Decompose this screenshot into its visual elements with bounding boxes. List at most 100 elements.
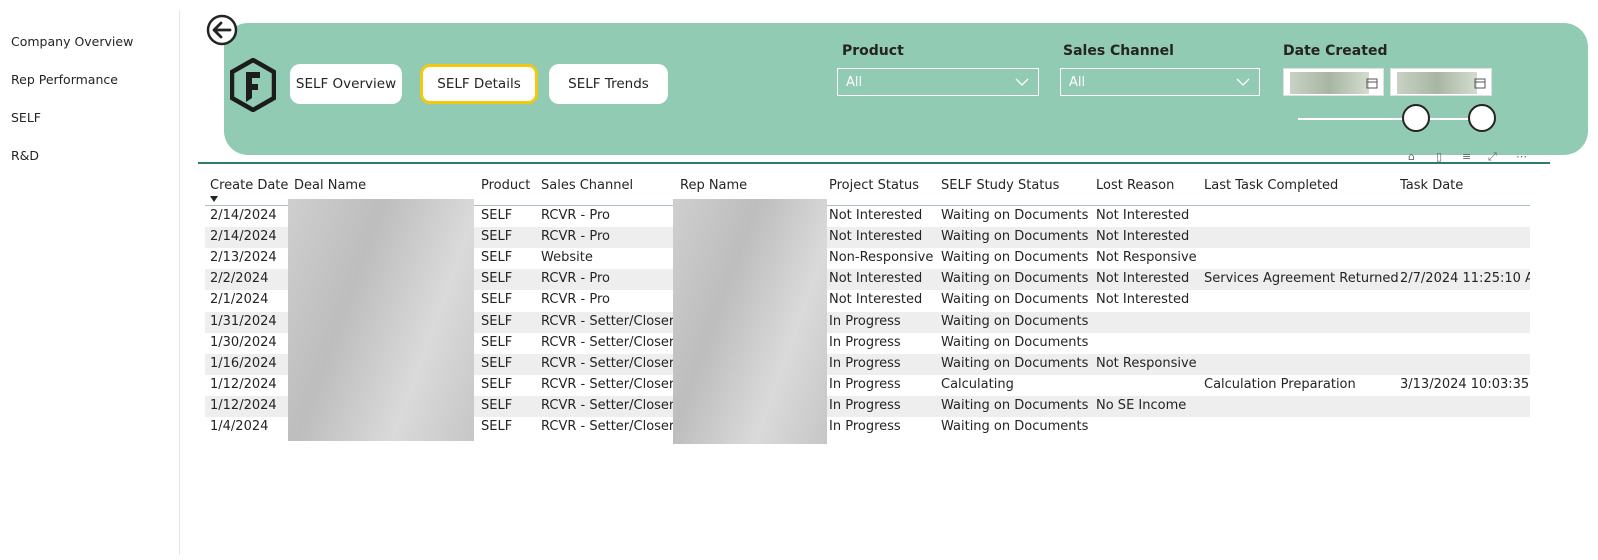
table-cell-create-date: 2/2/2024 bbox=[210, 271, 269, 287]
table-cell-task-date: 3/13/2024 10:03:35 AM bbox=[1400, 376, 1530, 392]
chevron-down-icon bbox=[1236, 78, 1250, 86]
table-cell-project-status: Not Interested bbox=[829, 292, 923, 308]
self-overview-button[interactable]: SELF Overview bbox=[290, 64, 402, 104]
table-cell-sales-channel: RCVR - Setter/Closer bbox=[541, 334, 675, 350]
sales-channel-slicer-label: Sales Channel bbox=[1063, 43, 1174, 59]
column-header-product[interactable]: Product bbox=[481, 178, 530, 193]
calendar-icon[interactable] bbox=[1474, 77, 1486, 89]
nav-item-company-overview[interactable]: Company Overview bbox=[11, 34, 133, 49]
table-cell-last-task-completed: Calculation Preparation bbox=[1204, 376, 1356, 392]
table-cell-product: SELF bbox=[481, 229, 513, 245]
company-logo bbox=[230, 58, 276, 112]
column-header-deal-name[interactable]: Deal Name bbox=[294, 178, 366, 193]
table-cell-sales-channel: RCVR - Setter/Closer bbox=[541, 313, 675, 329]
column-header-project-status[interactable]: Project Status bbox=[829, 178, 919, 193]
table-cell-create-date: 1/31/2024 bbox=[210, 313, 277, 329]
table-cell-lost-reason: Not Interested bbox=[1096, 229, 1190, 245]
table-cell-lost-reason: Not Interested bbox=[1096, 208, 1190, 223]
table-cell-create-date: 2/13/2024 bbox=[210, 250, 277, 266]
table-cell-self-study-status: Waiting on Documents bbox=[941, 292, 1089, 308]
end-date-input[interactable] bbox=[1390, 68, 1492, 96]
table-cell-product: SELF bbox=[481, 271, 513, 287]
calendar-icon[interactable] bbox=[1366, 77, 1378, 89]
sort-descending-icon bbox=[210, 196, 218, 202]
date-range-start-handle[interactable] bbox=[1402, 104, 1430, 132]
table-cell-self-study-status: Waiting on Documents bbox=[941, 397, 1089, 413]
table-cell-product: SELF bbox=[481, 355, 513, 371]
table-cell-product: SELF bbox=[481, 292, 513, 308]
nav-item-rep-performance[interactable]: Rep Performance bbox=[11, 72, 118, 87]
sales-channel-dropdown[interactable]: All bbox=[1060, 68, 1260, 96]
table-cell-sales-channel: RCVR - Setter/Closer bbox=[541, 376, 675, 392]
column-header-create-date[interactable]: Create Date bbox=[210, 178, 288, 193]
table-cell-sales-channel: RCVR - Pro bbox=[541, 229, 610, 245]
table-cell-product: SELF bbox=[481, 376, 513, 392]
redacted-deal-names bbox=[288, 199, 474, 441]
table-top-border bbox=[198, 162, 1550, 164]
table-cell-project-status: In Progress bbox=[829, 355, 901, 371]
back-arrow-icon[interactable] bbox=[206, 14, 238, 46]
table-cell-sales-channel: RCVR - Pro bbox=[541, 292, 610, 308]
table-cell-lost-reason: Not Interested bbox=[1096, 271, 1190, 287]
table-cell-project-status: In Progress bbox=[829, 419, 901, 434]
nav-item-rnd[interactable]: R&D bbox=[11, 148, 39, 163]
table-cell-product: SELF bbox=[481, 208, 513, 223]
table-cell-product: SELF bbox=[481, 397, 513, 413]
table-cell-project-status: In Progress bbox=[829, 313, 901, 329]
table-cell-self-study-status: Waiting on Documents bbox=[941, 334, 1089, 350]
table-cell-self-study-status: Waiting on Documents bbox=[941, 419, 1089, 434]
table-cell-project-status: Not Interested bbox=[829, 208, 923, 223]
table-cell-sales-channel: RCVR - Setter/Closer bbox=[541, 397, 675, 413]
column-header-self-study-status[interactable]: SELF Study Status bbox=[941, 178, 1059, 193]
chevron-down-icon bbox=[1015, 78, 1029, 86]
table-cell-sales-channel: RCVR - Pro bbox=[541, 271, 610, 287]
table-cell-product: SELF bbox=[481, 419, 513, 434]
table-cell-create-date: 1/16/2024 bbox=[210, 355, 277, 371]
table-cell-sales-channel: Website bbox=[541, 250, 593, 266]
table-cell-self-study-status: Waiting on Documents bbox=[941, 229, 1089, 245]
table-cell-sales-channel: RCVR - Setter/Closer bbox=[541, 419, 675, 434]
product-dropdown-value: All bbox=[846, 75, 863, 90]
table-cell-create-date: 2/1/2024 bbox=[210, 292, 269, 308]
table-cell-last-task-completed: Services Agreement Returned bbox=[1204, 271, 1398, 287]
table-cell-product: SELF bbox=[481, 334, 513, 350]
table-cell-project-status: Non-Responsive bbox=[829, 250, 934, 266]
table-cell-create-date: 2/14/2024 bbox=[210, 229, 277, 245]
redacted-rep-names bbox=[673, 199, 827, 444]
table-cell-product: SELF bbox=[481, 250, 513, 266]
table-cell-project-status: Not Interested bbox=[829, 229, 923, 245]
redacted-end-date bbox=[1397, 72, 1477, 94]
column-header-lost-reason[interactable]: Lost Reason bbox=[1096, 178, 1174, 193]
nav-item-self[interactable]: SELF bbox=[11, 110, 41, 125]
table-cell-lost-reason: Not Responsive bbox=[1096, 355, 1197, 371]
table-cell-self-study-status: Calculating bbox=[941, 376, 1014, 392]
table-cell-lost-reason: No SE Income bbox=[1096, 397, 1187, 413]
table-cell-self-study-status: Waiting on Documents bbox=[941, 313, 1089, 329]
date-range-end-handle[interactable] bbox=[1468, 104, 1496, 132]
column-header-task-date[interactable]: Task Date bbox=[1400, 178, 1463, 193]
date-range-slider-track[interactable] bbox=[1298, 118, 1488, 120]
self-trends-button[interactable]: SELF Trends bbox=[549, 64, 668, 104]
redacted-start-date bbox=[1290, 72, 1370, 94]
table-cell-project-status: In Progress bbox=[829, 376, 901, 392]
column-header-sales-channel[interactable]: Sales Channel bbox=[541, 178, 633, 193]
table-cell-create-date: 2/14/2024 bbox=[210, 208, 277, 223]
table-cell-sales-channel: RCVR - Pro bbox=[541, 208, 610, 223]
table-cell-task-date: 2/7/2024 11:25:10 AM bbox=[1400, 271, 1530, 287]
self-details-button[interactable]: SELF Details bbox=[420, 64, 538, 104]
table-cell-create-date: 1/12/2024 bbox=[210, 397, 277, 413]
table-cell-self-study-status: Waiting on Documents bbox=[941, 208, 1089, 223]
table-cell-project-status: Not Interested bbox=[829, 271, 923, 287]
product-dropdown[interactable]: All bbox=[837, 68, 1039, 96]
column-header-rep-name[interactable]: Rep Name bbox=[680, 178, 747, 193]
column-header-last-task-completed[interactable]: Last Task Completed bbox=[1204, 178, 1338, 193]
table-cell-project-status: In Progress bbox=[829, 334, 901, 350]
table-cell-project-status: In Progress bbox=[829, 397, 901, 413]
table-cell-product: SELF bbox=[481, 313, 513, 329]
left-nav: Company Overview Rep Performance SELF R&… bbox=[0, 0, 180, 560]
table-cell-sales-channel: RCVR - Setter/Closer bbox=[541, 355, 675, 371]
nav-divider bbox=[179, 10, 180, 555]
product-slicer-label: Product bbox=[842, 43, 904, 59]
table-cell-lost-reason: Not Interested bbox=[1096, 292, 1190, 308]
start-date-input[interactable] bbox=[1283, 68, 1384, 96]
